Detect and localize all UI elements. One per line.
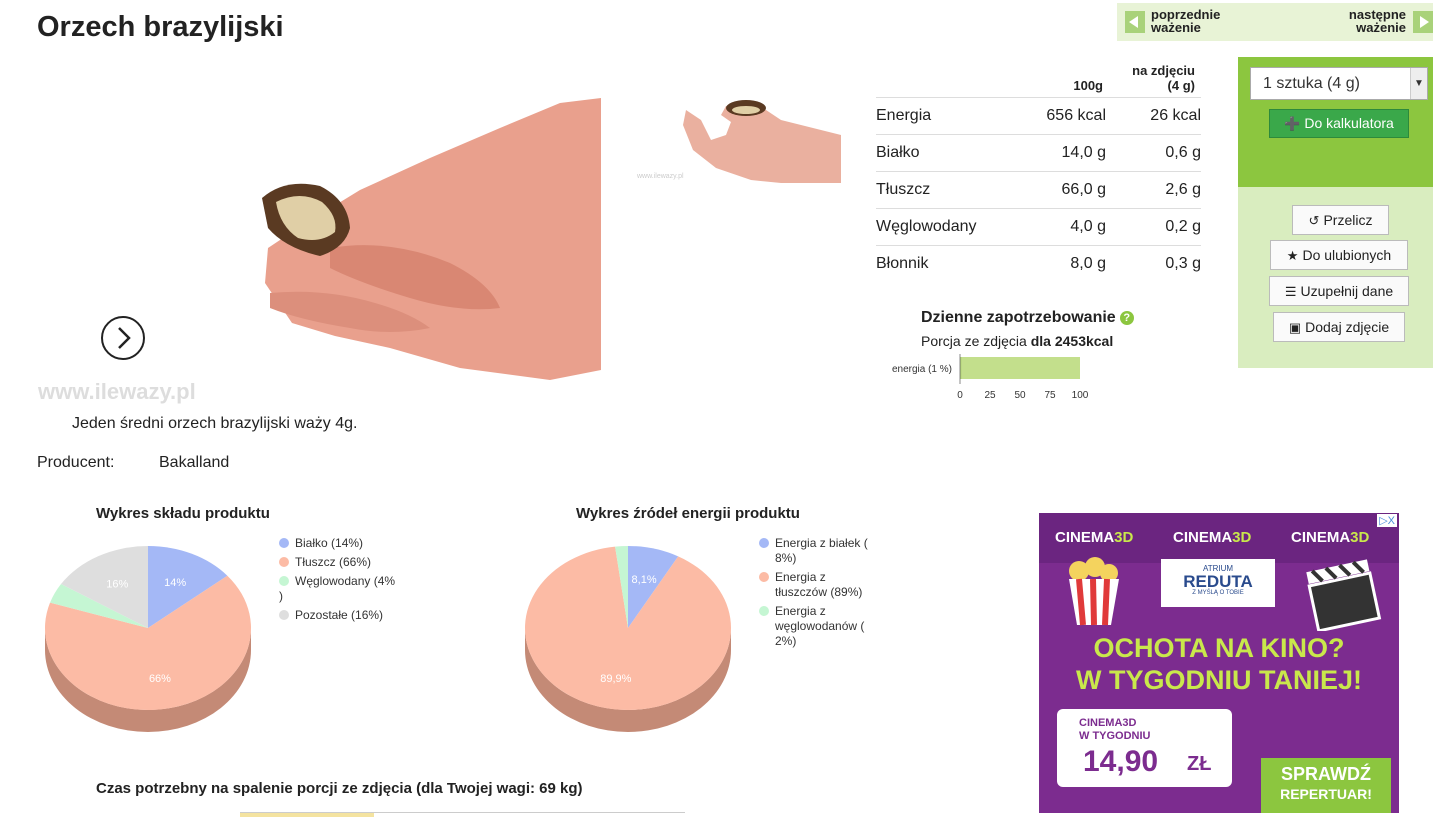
bar-ticks: 0 25 50 75 100 [957, 390, 1089, 401]
cinema3d-logo: CINEMA3D [1291, 529, 1370, 546]
composition-pie-chart: 14% 66% 16% [45, 546, 251, 732]
advertisement-banner[interactable]: CINEMA3D CINEMA3D CINEMA3D ▷X ATRIUM RED… [1039, 513, 1399, 813]
plus-circle-icon: ➕ [1284, 116, 1301, 131]
table-row: Energia 656 kcal 26 kcal [876, 97, 1201, 135]
add-favorite-button[interactable]: ★ Do ulubionych [1270, 240, 1408, 270]
burn-time-title: Czas potrzebny na spalenie porcji ze zdj… [96, 780, 583, 797]
tick-label: 100 [1072, 390, 1089, 401]
legend-item: Tłuszcz (66%) [279, 555, 404, 570]
slice-label: 89,9% [600, 673, 631, 685]
watermark-text: www.ilewazy.pl [38, 379, 196, 404]
ticket-price: 14,90 [1083, 745, 1159, 778]
tick-label: 25 [984, 390, 996, 401]
legend-item: Pozostałe (16%) [279, 608, 404, 623]
complete-data-button[interactable]: ☰ Uzupełnij dane [1269, 276, 1409, 306]
cinema3d-logo: CINEMA3D [1173, 529, 1252, 546]
ticket-graphic: CINEMA3D W TYGODNIU 14,90 ZŁ [1057, 709, 1232, 787]
chevron-right-icon [118, 327, 131, 349]
legend-item: Białko (14%) [279, 536, 404, 551]
legend-item: Energia z białek (8%) [759, 536, 879, 566]
tick-label: 0 [957, 390, 963, 401]
daily-requirement-subtitle: Porcja ze zdjęcia dla 2453kcal [921, 333, 1114, 349]
popcorn-icon [1069, 557, 1119, 626]
clapperboard-icon [1306, 559, 1382, 631]
table-row: Błonnik 8,0 g 0,3 g [876, 245, 1201, 282]
col-header-100g: 100g [1073, 78, 1103, 93]
legend-item: Energia z węglowodanów (2%) [759, 604, 879, 649]
slice-label: 66% [149, 673, 171, 685]
add-to-calculator-button[interactable]: ➕ Do kalkulatora [1269, 109, 1409, 138]
producer-value: Bakalland [159, 454, 230, 471]
portion-description: Jeden średni orzech brazylijski waży 4g. [72, 415, 358, 432]
nutrition-table: 100g na zdjęciu (4 g) Energia 656 kcal 26 … [876, 63, 1201, 282]
next-weighing-link[interactable]: następne ważenie [1349, 8, 1406, 34]
help-icon[interactable]: ? [1119, 310, 1134, 325]
add-photo-button[interactable]: ▣ Dodaj zdjęcie [1273, 312, 1405, 342]
star-icon: ★ [1286, 248, 1299, 263]
weighing-nav: poprzednie ważenie następne ważenie [1117, 3, 1433, 41]
atrium-reduta-logo: ATRIUM REDUTA Z MYŚLĄ O TOBIE [1161, 559, 1275, 607]
adchoices-icon[interactable]: ▷X [1377, 514, 1397, 527]
legend-item: Energia z tłuszczów (89%) [759, 570, 879, 600]
table-row: Białko 14,0 g 0,6 g [876, 134, 1201, 172]
chevron-down-icon: ▼ [1410, 68, 1427, 99]
cinema3d-logo: CINEMA3D [1055, 529, 1134, 546]
table-row: Węglowodany 4,0 g 0,2 g [876, 208, 1201, 246]
energy-chart-title: Wykres źródeł energii produktu [576, 505, 800, 522]
tick-label: 50 [1014, 390, 1026, 401]
portion-select[interactable]: 1 sztuka (4 g) ▼ [1250, 67, 1428, 100]
bar-track [960, 357, 1080, 379]
next-photo-button[interactable] [101, 316, 145, 360]
page-title: Orzech brazylijski [37, 11, 284, 43]
legend-item: Węglowodany (4%) [279, 574, 396, 603]
recalculate-button[interactable]: ↺ Przelicz [1292, 205, 1389, 235]
prev-arrow-icon[interactable] [1125, 11, 1145, 33]
next-arrow-icon[interactable] [1413, 11, 1433, 33]
composition-legend: Białko (14%) Tłuszcz (66%) Węglowodany (… [279, 536, 404, 623]
ad-headline-line1: OCHOTA NA KINO? [1093, 633, 1345, 663]
table-row: Tłuszcz 66,0 g 2,6 g [876, 171, 1201, 209]
refresh-icon: ↺ [1308, 213, 1320, 228]
image-icon: ▣ [1288, 320, 1302, 335]
list-icon: ☰ [1284, 284, 1297, 299]
slice-label: 14% [164, 577, 186, 589]
energy-legend: Energia z białek (8%) Energia z tłuszczów… [759, 536, 879, 649]
slice-label: 16% [106, 578, 128, 590]
composition-chart-title: Wykres składu produktu [96, 505, 270, 522]
slice-label: 8,1% [632, 574, 657, 586]
calculator-panel: 1 sztuka (4 g) ▼ ➕ Do kalkulatora ↺ Przeli… [1238, 57, 1433, 368]
thumbnail-photo[interactable]: www.ilewazy.pl [631, 80, 841, 183]
tick-label: 75 [1044, 390, 1056, 401]
energy-pie-chart: 8,1% 89,9% [525, 546, 731, 732]
ad-headline-line2: W TYGODNIU TANIEJ! [1076, 665, 1362, 695]
thumbnail-watermark: www.ilewazy.pl [637, 173, 684, 180]
producer-label: Producent: [37, 454, 115, 471]
daily-requirement-title: Dzienne zapotrzebowanie? [921, 309, 1134, 327]
col-header-photo: na zdjęciu (4 g) [1132, 63, 1195, 93]
bar-category-label: energia (1 %) [892, 364, 952, 375]
prev-weighing-link[interactable]: poprzednie ważenie [1151, 8, 1220, 34]
daily-bar-chart: energia (1 %) 0 25 50 75 100 [892, 354, 1089, 401]
hand-thumbnail-image [683, 100, 841, 183]
ad-cta-button[interactable]: SPRAWDŹ REPERTUAR! [1261, 758, 1391, 813]
